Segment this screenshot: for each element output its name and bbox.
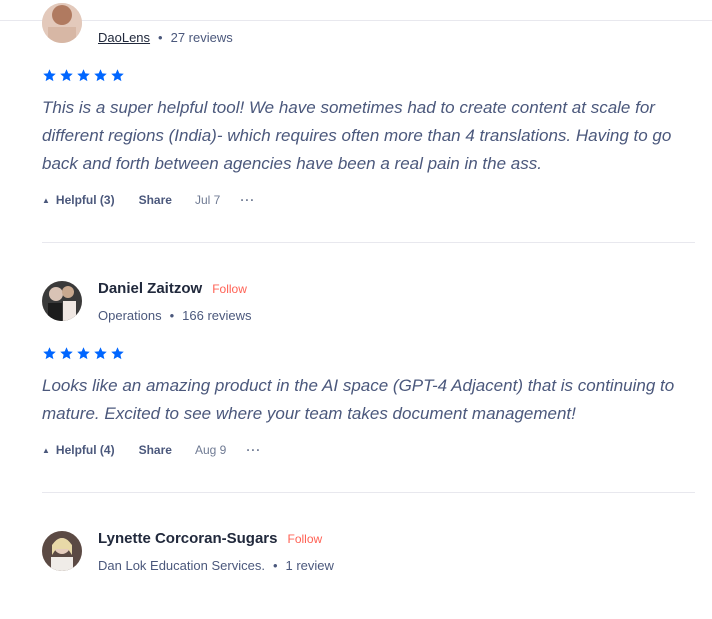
divider (42, 492, 695, 493)
triangle-up-icon: ▲ (42, 195, 50, 205)
review-date: Aug 9 (194, 443, 227, 457)
star-icon (59, 346, 74, 361)
top-bar (0, 0, 712, 21)
star-rating (42, 68, 125, 83)
ellipsis-icon[interactable]: ··· (246, 443, 261, 457)
share-button[interactable]: Share (139, 443, 172, 457)
divider (42, 242, 695, 243)
star-icon (76, 346, 91, 361)
triangle-up-icon: ▲ (42, 445, 50, 455)
reviewer-meta: Operations • 166 reviews (98, 308, 252, 323)
reviewer-role: Dan Lok Education Services. (98, 558, 265, 573)
reviewer-role: Operations (98, 308, 162, 323)
star-icon (110, 346, 125, 361)
review-date: Jul 7 (194, 193, 221, 207)
star-icon (59, 68, 74, 83)
reviewer-name: Lynette Corcoran-Sugars Follow (98, 530, 322, 547)
avatar[interactable] (42, 3, 82, 43)
helpful-button[interactable]: ▲ Helpful (4) (42, 443, 115, 457)
reviewer-meta: DaoLens • 27 reviews (98, 30, 233, 45)
star-icon (110, 68, 125, 83)
review-count[interactable]: 166 reviews (182, 308, 251, 323)
star-icon (76, 68, 91, 83)
review-count[interactable]: 1 review (286, 558, 334, 573)
review-text: This is a super helpful tool! We have so… (42, 98, 672, 173)
review-text: Looks like an amazing product in the AI … (42, 376, 675, 423)
star-icon (42, 346, 57, 361)
helpful-button[interactable]: ▲ Helpful (3) (42, 193, 115, 207)
review-count[interactable]: 27 reviews (171, 30, 233, 45)
star-rating (42, 346, 125, 361)
reviewer-name-text[interactable]: Daniel Zaitzow (98, 280, 202, 297)
separator-dot: • (272, 558, 278, 573)
review-actions: ▲ Helpful (4) Share Aug 9 ··· (42, 443, 261, 457)
reviewer-name-text[interactable]: Lynette Corcoran-Sugars (98, 530, 277, 547)
separator-dot: • (169, 308, 175, 323)
helpful-label: Helpful (3) (55, 193, 115, 207)
star-icon (93, 346, 108, 361)
reviewer-name: Daniel Zaitzow Follow (98, 280, 247, 297)
avatar[interactable] (42, 281, 82, 321)
reviewer-link[interactable]: DaoLens (98, 30, 150, 45)
share-button[interactable]: Share (139, 193, 172, 207)
follow-button[interactable]: Follow (287, 532, 322, 546)
review-actions: ▲ Helpful (3) Share Jul 7 ··· (42, 193, 255, 207)
separator-dot: • (158, 30, 163, 45)
ellipsis-icon[interactable]: ··· (240, 193, 255, 207)
star-icon (42, 68, 57, 83)
follow-button[interactable]: Follow (212, 282, 247, 296)
avatar[interactable] (42, 531, 82, 571)
helpful-label: Helpful (4) (55, 443, 115, 457)
reviewer-meta: Dan Lok Education Services. • 1 review (98, 558, 334, 573)
star-icon (93, 68, 108, 83)
